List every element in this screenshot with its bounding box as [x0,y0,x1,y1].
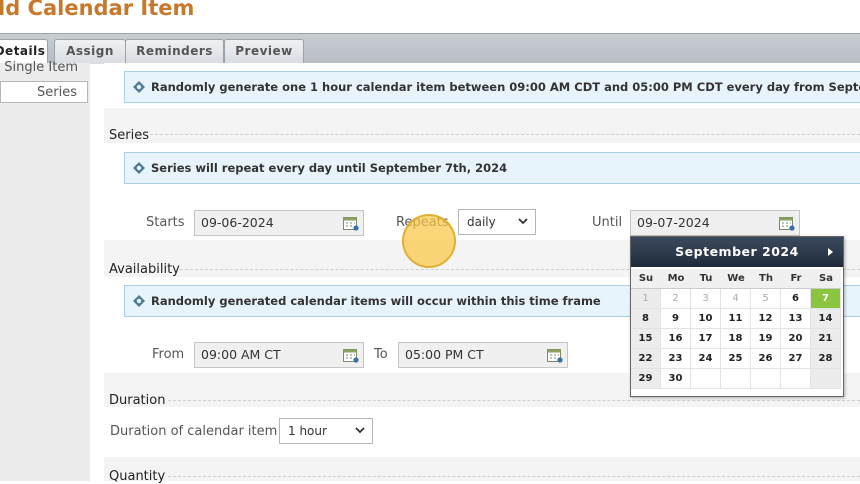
weekday-header: Mo [661,269,691,289]
until-date-value: 09-07-2024 [637,215,710,230]
calendar-icon[interactable] [343,216,359,231]
starts-date-input[interactable]: 09-06-2024 [194,210,364,236]
calendar-day[interactable]: 14 [811,309,841,329]
calendar-day[interactable]: 27 [781,349,811,369]
info-diamond-icon [133,295,145,307]
calendar-day[interactable]: 20 [781,329,811,349]
from-time-input[interactable]: 09:00 AM CT [194,342,364,368]
repeats-value: daily [467,215,496,229]
calendar-day[interactable]: 9 [661,309,691,329]
nav-item-series[interactable]: Series [0,81,88,103]
calendar-day[interactable]: 29 [631,369,661,389]
left-nav: Single Item Series [0,60,90,481]
info-availability-text: Randomly generated calendar items will o… [151,294,601,308]
calendar-day[interactable]: 21 [811,329,841,349]
calendar-day[interactable]: 7 [811,289,841,309]
tab-reminders[interactable]: Reminders [125,39,224,64]
calendar-day[interactable]: 24 [691,349,721,369]
weekday-header: Fr [781,269,811,289]
calendar-day[interactable]: 12 [751,309,781,329]
calendar-day[interactable]: 25 [721,349,751,369]
nav-item-single-item[interactable]: Single Item [0,57,88,79]
calendar-icon[interactable] [547,348,563,363]
calendar-empty-cell [721,369,751,389]
date-picker-month-label: September 2024 [675,244,799,259]
info-box-summary: Randomly generate one 1 hour calendar it… [124,71,860,103]
calendar-empty-cell [691,369,721,389]
calendar-day[interactable]: 26 [751,349,781,369]
from-time-value: 09:00 AM CT [201,347,281,362]
weekday-header: Th [751,269,781,289]
weekday-header: Sa [811,269,841,289]
calendar-day[interactable]: 8 [631,309,661,329]
calendar-day[interactable]: 5 [751,289,781,309]
calendar-day[interactable]: 15 [631,329,661,349]
calendar-day[interactable]: 16 [661,329,691,349]
date-picker-header: September 2024 [631,237,843,267]
repeats-select[interactable]: daily [458,209,536,235]
section-legend-series: Series [109,128,149,143]
starts-date-value: 09-06-2024 [201,215,274,230]
section-divider [168,476,860,477]
calendar-day[interactable]: 2 [661,289,691,309]
until-date-input[interactable]: 09-07-2024 [630,210,800,236]
calendar-day[interactable]: 23 [661,349,691,369]
tab-bar: Details Assign Reminders Preview [0,33,860,65]
starts-label: Starts [146,215,185,230]
info-diamond-icon [133,162,145,174]
to-label: To [374,347,388,362]
duration-label: Duration of calendar item [110,424,278,439]
info-series-text: Series will repeat every day until Septe… [151,161,508,175]
calendar-day[interactable]: 10 [691,309,721,329]
calendar-day[interactable]: 6 [781,289,811,309]
weekday-header: Su [631,269,661,289]
calendar-empty-cell [811,369,841,389]
to-time-input[interactable]: 05:00 PM CT [398,342,568,368]
info-box-series: Series will repeat every day until Septe… [124,152,860,184]
section-legend-duration: Duration [109,393,166,408]
calendar-day[interactable]: 13 [781,309,811,329]
duration-value: 1 hour [288,424,327,438]
weekday-header: We [721,269,751,289]
from-label: From [152,347,185,362]
calendar-day[interactable]: 30 [661,369,691,389]
section-divider [150,134,860,135]
chevron-down-icon [518,218,528,225]
calendar-day[interactable]: 4 [721,289,751,309]
calendar-icon[interactable] [779,216,795,231]
duration-select[interactable]: 1 hour [279,418,373,444]
chevron-down-icon [355,427,365,434]
section-legend-quantity: Quantity [109,469,166,484]
calendar-day[interactable]: 18 [721,329,751,349]
calendar-day[interactable]: 1 [631,289,661,309]
calendar-day[interactable]: 11 [721,309,751,329]
until-label: Until [592,215,623,230]
calendar-day[interactable]: 17 [691,329,721,349]
calendar-day[interactable]: 19 [751,329,781,349]
tab-preview[interactable]: Preview [224,39,304,64]
page-title: ld Calendar Item [0,0,195,20]
calendar-day[interactable]: 3 [691,289,721,309]
calendar-day[interactable]: 28 [811,349,841,369]
weekday-header: Tu [691,269,721,289]
click-indicator [402,214,456,268]
info-summary-text: Randomly generate one 1 hour calendar it… [151,80,860,94]
to-time-value: 05:00 PM CT [405,347,484,362]
section-divider [168,400,860,401]
calendar-icon[interactable] [343,348,359,363]
calendar-empty-cell [751,369,781,389]
date-picker[interactable]: September 2024 Su Mo Tu We Th Fr Sa 1 2 3 4 5 6 7 8 9 10… [630,236,844,397]
section-legend-availability: Availability [109,262,180,277]
info-diamond-icon [133,81,145,93]
calendar-day[interactable]: 22 [631,349,661,369]
next-month-icon[interactable] [823,237,839,267]
calendar-empty-cell [781,369,811,389]
